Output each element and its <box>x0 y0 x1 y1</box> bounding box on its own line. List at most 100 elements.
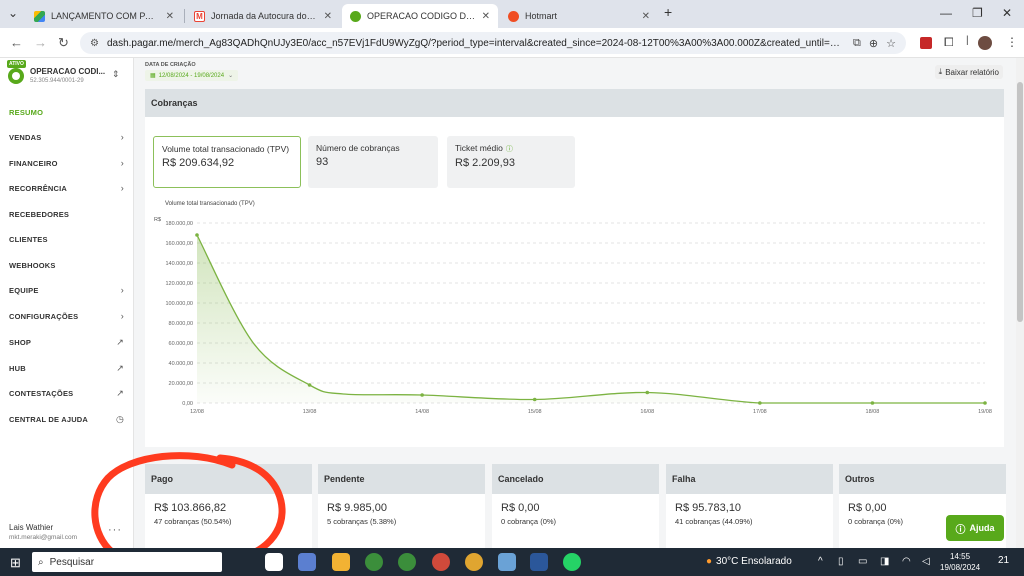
status-card-cancelado[interactable]: Cancelado R$ 0,00 0 cobrança (0%) <box>492 464 659 548</box>
sidebar-item-clientes[interactable]: CLIENTES <box>0 226 133 252</box>
kpi-tpv[interactable]: Volume total transacionado (TPV) R$ 209.… <box>153 136 301 188</box>
file-explorer-icon[interactable] <box>332 553 350 571</box>
gmail-icon: M <box>194 10 205 22</box>
sidebar-item-resumo[interactable]: RESUMO <box>0 99 133 125</box>
bookmark-star-icon[interactable]: ☆ <box>886 37 896 50</box>
tray-icon[interactable]: ▯ <box>838 556 844 567</box>
reload-icon[interactable]: ↻ <box>58 35 69 51</box>
windows-start-icon[interactable]: ⊞ <box>10 555 21 571</box>
taskbar-clock[interactable]: 14:55 19/08/2024 <box>940 551 980 573</box>
external-link-icon: ↗ <box>116 387 124 398</box>
y-tick-label: 120.000,00 <box>165 281 193 287</box>
close-icon[interactable]: ✕ <box>482 11 490 22</box>
data-point[interactable] <box>758 401 762 405</box>
status-card-pendente[interactable]: Pendente R$ 9.985,00 5 cobranças (5.38%) <box>318 464 485 548</box>
sidebar-item-vendas[interactable]: VENDAS › <box>0 124 133 150</box>
chrome-icon[interactable] <box>365 553 383 571</box>
zoom-icon[interactable]: ⊕ <box>869 37 878 50</box>
date-range-text: 12/08/2024 - 19/08/2024 <box>158 72 225 79</box>
windows-taskbar: ⊞ ⌕ Pesquisar ● 30°C Ensolarado ^ ▯ ▭ ◨ ◠… <box>0 548 1024 576</box>
data-point[interactable] <box>195 233 199 237</box>
data-point[interactable] <box>307 383 312 387</box>
sidebar-item-equipe[interactable]: EQUIPE › <box>0 277 133 303</box>
weather-text: 30°C Ensolarado <box>716 556 792 567</box>
sidebar-item-label: HUB <box>9 363 26 373</box>
tab-jornada[interactable]: M Jornada da Autocura do Câncer ✕ <box>186 4 340 28</box>
scrollbar-thumb[interactable] <box>1017 82 1023 322</box>
screen: ⌄ LANÇAMENTO COM PARCERIA ✕ M Jornada da… <box>0 0 1024 576</box>
site-info-icon[interactable]: ⚙ <box>90 38 99 49</box>
new-tab-icon[interactable]: + <box>664 4 672 20</box>
close-icon[interactable]: ✕ <box>642 11 650 22</box>
chrome-icon[interactable] <box>432 553 450 571</box>
page-scrollbar[interactable] <box>1016 58 1024 548</box>
notifications-icon[interactable]: 21 <box>998 555 1009 566</box>
tab-lancamento[interactable]: LANÇAMENTO COM PARCERIA ✕ <box>26 4 182 28</box>
sidebar-item-webhooks[interactable]: WEBHOOKS <box>0 252 133 278</box>
whatsapp-icon[interactable] <box>563 553 581 571</box>
kpi-charges-count[interactable]: Número de cobranças 93 <box>308 136 438 188</box>
taskbar-search[interactable]: ⌕ Pesquisar <box>32 552 222 572</box>
profile-avatar[interactable] <box>978 36 992 50</box>
sidebar-item-configuracoes[interactable]: CONFIGURAÇÕES › <box>0 303 133 329</box>
data-point[interactable] <box>870 401 875 405</box>
forward-icon[interactable]: → <box>34 35 47 50</box>
sidebar-item-recorrencia[interactable]: RECORRÊNCIA › <box>0 175 133 201</box>
sidebar-item-central-de-ajuda[interactable]: CENTRAL DE AJUDA ◷ <box>0 406 133 432</box>
install-app-icon[interactable]: ⧉ <box>853 37 861 50</box>
data-point[interactable] <box>420 393 424 397</box>
sidebar-item-label: VENDAS <box>9 132 42 142</box>
address-bar[interactable]: ⚙ dash.pagar.me/merch_Ag83QADhQnUJy3E0/a… <box>80 32 906 54</box>
status-card-falha[interactable]: Falha R$ 95.783,10 41 cobranças (44.09%) <box>666 464 833 548</box>
info-icon[interactable]: ⓘ <box>506 146 513 153</box>
data-point[interactable] <box>645 390 650 395</box>
back-icon[interactable]: ← <box>10 35 23 50</box>
chrome-icon[interactable] <box>398 553 416 571</box>
status-card-title: Falha <box>666 464 833 494</box>
sidebar-item-shop[interactable]: SHOP ↗ <box>0 329 133 355</box>
close-icon[interactable]: ✕ <box>166 11 174 22</box>
account-name[interactable]: OPERACAO CODI... <box>30 67 108 76</box>
help-button[interactable]: ⓘ Ajuda <box>946 515 1004 541</box>
kpi-average-ticket[interactable]: Ticket médio ⓘ R$ 2.209,93 <box>447 136 575 188</box>
status-card-pago[interactable]: Pago R$ 103.866,82 47 cobranças (50.54%) <box>145 464 312 548</box>
minimize-icon[interactable]: — <box>940 6 952 20</box>
page-content: ATIVO OPERACAO CODI... 52.305.944/0001-2… <box>0 58 1024 548</box>
weather-widget[interactable]: ● 30°C Ensolarado <box>706 556 792 567</box>
wifi-icon[interactable]: ◠ <box>902 556 911 567</box>
sidebar-item-label: CENTRAL DE AJUDA <box>9 414 89 424</box>
app-icon[interactable] <box>498 553 516 571</box>
download-report-button[interactable]: ⤓ Baixar relatório <box>934 65 1003 79</box>
account-switch-icon[interactable]: ⇕ <box>112 69 120 80</box>
chevron-up-icon[interactable]: ^ <box>818 556 823 567</box>
close-icon[interactable]: ✕ <box>324 11 332 22</box>
data-point[interactable] <box>983 401 987 405</box>
sidebar-item-contestacoes[interactable]: CONTESTAÇÕES ↗ <box>0 380 133 406</box>
network-icon[interactable]: ◨ <box>880 556 889 567</box>
sidebar-item-hub[interactable]: HUB ↗ <box>0 355 133 381</box>
word-icon[interactable] <box>530 553 548 571</box>
status-card-title: Pago <box>145 464 312 494</box>
more-options-icon[interactable]: ··· <box>108 524 122 536</box>
divider: | <box>966 35 969 46</box>
tab-hotmart[interactable]: Hotmart ✕ <box>500 4 658 28</box>
sidebar-item-label: RESUMO <box>9 107 44 117</box>
sidebar-item-recebedores[interactable]: RECEBEDORES <box>0 201 133 227</box>
chevron-down-icon: ⌄ <box>228 73 234 79</box>
sidebar-item-financeiro[interactable]: FINANCEIRO › <box>0 150 133 176</box>
date-range-picker[interactable]: ▦ 12/08/2024 - 19/08/2024 ⌄ <box>145 70 239 81</box>
extensions-puzzle-icon[interactable]: ⧠ <box>944 35 954 50</box>
volume-icon[interactable]: ◁ <box>922 556 930 567</box>
app-icon[interactable] <box>265 553 283 571</box>
chrome-icon[interactable] <box>465 553 483 571</box>
browser-menu-icon[interactable]: ⋮ <box>1006 35 1018 49</box>
data-point[interactable] <box>532 397 537 402</box>
tab-operacao[interactable]: OPERACAO CODIGO DE OURO ✕ <box>342 4 498 28</box>
app-icon[interactable] <box>298 553 316 571</box>
extension-icon[interactable] <box>920 37 932 49</box>
maximize-icon[interactable]: ❐ <box>972 6 983 20</box>
window-close-icon[interactable]: ✕ <box>1002 6 1012 20</box>
battery-icon[interactable]: ▭ <box>858 556 867 567</box>
status-card-title: Pendente <box>318 464 485 494</box>
tab-search-icon[interactable]: ⌄ <box>8 6 18 20</box>
